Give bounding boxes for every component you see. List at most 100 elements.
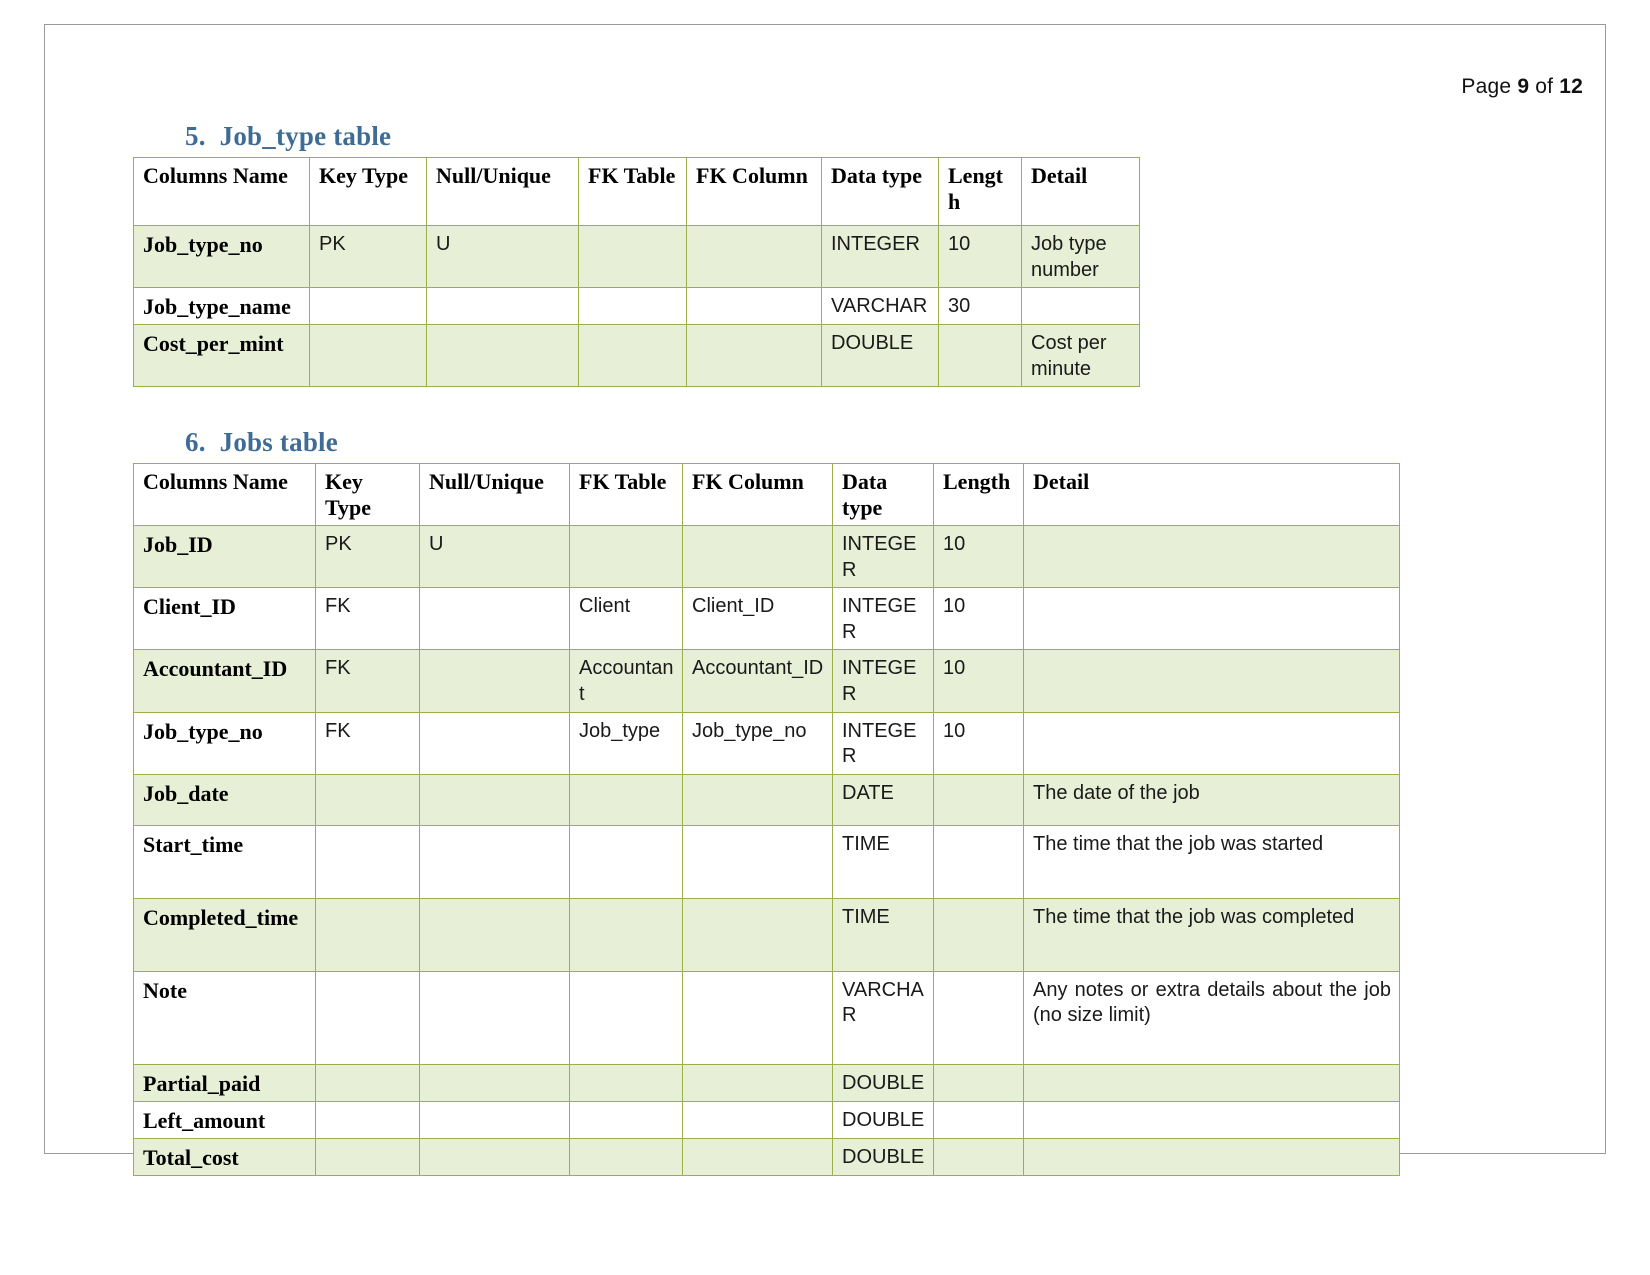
table-row: Job_type_no PK U INTEGER 10 Job type num… <box>133 224 1140 289</box>
cell-fk-column <box>686 224 822 289</box>
cell-length <box>933 897 1024 972</box>
cell-length <box>938 324 1022 388</box>
cell-data-type: INTEGER <box>832 649 934 713</box>
cell-fk-table <box>569 897 683 972</box>
cell-null-unique: U <box>426 224 579 289</box>
cell-length: 10 <box>933 587 1024 651</box>
cell-key-type <box>315 970 420 1065</box>
cell-key-type: FK <box>315 587 420 651</box>
cell-column-name: Job_type_no <box>133 711 316 775</box>
cell-null-unique <box>419 1137 570 1176</box>
cell-detail <box>1023 1100 1400 1139</box>
cell-key-type <box>315 1063 420 1102</box>
cell-data-type: INTEGER <box>832 711 934 775</box>
cell-detail <box>1023 649 1400 713</box>
cell-detail: Cost per minute <box>1021 324 1140 388</box>
cell-fk-column: Job_type_no <box>682 711 833 775</box>
cell-fk-table <box>578 324 687 388</box>
cell-column-name: Partial_paid <box>133 1063 316 1102</box>
cell-column-name: Cost_per_mint <box>133 324 310 388</box>
cell-data-type: DATE <box>832 773 934 826</box>
table-row: Accountant_ID FK Accountant Accountant_I… <box>133 649 1400 713</box>
cell-data-type: DOUBLE <box>832 1063 934 1102</box>
cell-key-type: FK <box>315 711 420 775</box>
cell-column-name: Job_date <box>133 773 316 826</box>
cell-fk-column: Client_ID <box>682 587 833 651</box>
cell-data-type: DOUBLE <box>832 1100 934 1139</box>
section-title-5: Job_type table <box>219 121 392 151</box>
cell-length: 10 <box>933 649 1024 713</box>
cell-column-name: Total_cost <box>133 1137 316 1176</box>
cell-fk-column <box>686 287 822 326</box>
cell-key-type <box>315 824 420 899</box>
cell-fk-table <box>569 1100 683 1139</box>
cell-fk-column <box>682 524 833 589</box>
section-title-6: Jobs table <box>219 427 338 457</box>
cell-fk-table <box>569 970 683 1065</box>
table-row: Start_time TIME The time that the job wa… <box>133 824 1400 899</box>
cell-data-type: VARCHAR <box>832 970 934 1065</box>
cell-detail: Any notes or extra details about the job… <box>1023 970 1400 1065</box>
cell-fk-column: Accountant_ID <box>682 649 833 713</box>
section-heading-jobs: 6. Jobs table <box>185 427 338 458</box>
table-header-row: Columns Name Key Type Null/Unique FK Tab… <box>133 463 1400 526</box>
cell-detail: Job type number <box>1021 224 1140 289</box>
table-row: Job_type_name VARCHAR 30 <box>133 287 1140 326</box>
cell-column-name: Job_ID <box>133 524 316 589</box>
cell-fk-table <box>578 287 687 326</box>
cell-null-unique <box>419 711 570 775</box>
cell-null-unique <box>419 649 570 713</box>
col-header-fk-table: FK Table <box>569 463 683 526</box>
cell-null-unique <box>419 970 570 1065</box>
col-header-columns-name: Columns Name <box>133 157 310 226</box>
table-row: Left_amount DOUBLE <box>133 1100 1400 1139</box>
cell-fk-table: Accountant <box>569 649 683 713</box>
cell-null-unique <box>419 897 570 972</box>
cell-null-unique <box>426 287 579 326</box>
cell-null-unique <box>419 824 570 899</box>
cell-data-type: INTEGER <box>832 587 934 651</box>
section-heading-job-type: 5. Job_type table <box>185 121 391 152</box>
cell-fk-column <box>682 897 833 972</box>
cell-null-unique <box>419 587 570 651</box>
cell-null-unique <box>419 773 570 826</box>
table-row: Total_cost DOUBLE <box>133 1137 1400 1176</box>
job-type-table: Columns Name Key Type Null/Unique FK Tab… <box>133 157 1140 388</box>
cell-detail <box>1023 1063 1400 1102</box>
jobs-table: Columns Name Key Type Null/Unique FK Tab… <box>133 463 1400 1176</box>
table-row: Job_date DATE The date of the job <box>133 773 1400 826</box>
col-header-fk-table: FK Table <box>578 157 687 226</box>
cell-data-type: INTEGER <box>821 224 939 289</box>
cell-null-unique: U <box>419 524 570 589</box>
table-header-row: Columns Name Key Type Null/Unique FK Tab… <box>133 157 1140 226</box>
table-row: Client_ID FK Client Client_ID INTEGER 10 <box>133 587 1400 651</box>
cell-column-name: Start_time <box>133 824 316 899</box>
cell-key-type: PK <box>315 524 420 589</box>
cell-data-type: DOUBLE <box>832 1137 934 1176</box>
cell-data-type: VARCHAR <box>821 287 939 326</box>
cell-detail: The date of the job <box>1023 773 1400 826</box>
col-header-columns-name: Columns Name <box>133 463 316 526</box>
cell-length <box>933 1063 1024 1102</box>
current-page-number: 9 <box>1517 75 1530 98</box>
cell-column-name: Client_ID <box>133 587 316 651</box>
cell-fk-table <box>569 1063 683 1102</box>
cell-column-name: Accountant_ID <box>133 649 316 713</box>
table-row: Job_type_no FK Job_type Job_type_no INTE… <box>133 711 1400 775</box>
cell-column-name: Job_type_no <box>133 224 310 289</box>
cell-key-type <box>315 1100 420 1139</box>
table-row: Job_ID PK U INTEGER 10 <box>133 524 1400 589</box>
table-row: Cost_per_mint DOUBLE Cost per minute <box>133 324 1140 388</box>
col-header-length: Length <box>933 463 1024 526</box>
cell-fk-column <box>682 1137 833 1176</box>
cell-key-type <box>309 324 427 388</box>
cell-length: 10 <box>933 711 1024 775</box>
cell-key-type: PK <box>309 224 427 289</box>
cell-fk-column <box>682 1100 833 1139</box>
cell-length <box>933 824 1024 899</box>
cell-column-name: Note <box>133 970 316 1065</box>
section-number-6: 6. <box>185 427 206 457</box>
cell-null-unique <box>419 1063 570 1102</box>
cell-detail <box>1023 1137 1400 1176</box>
cell-fk-column <box>682 824 833 899</box>
